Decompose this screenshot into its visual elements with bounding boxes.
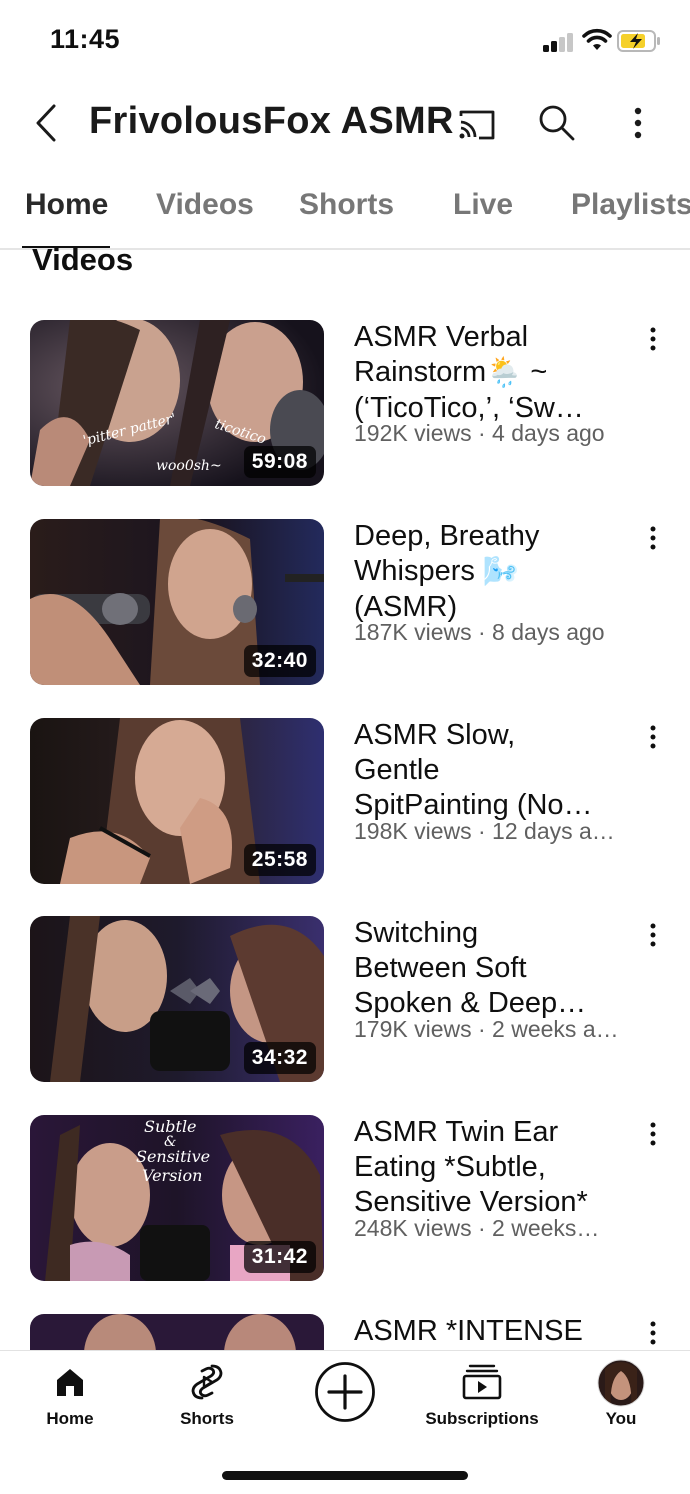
tab-live[interactable]: Live [453, 188, 513, 222]
video-title-suffix: ~ [522, 356, 548, 388]
video-title-line: Eating *Subtle, [354, 1151, 546, 1183]
video-title-line: Rainstorm [354, 356, 487, 388]
tab-home[interactable]: Home [25, 188, 108, 222]
thumbnail-overlay-text: woo0sh~ [156, 458, 222, 474]
video-title-line: Deep, Breathy [354, 520, 540, 552]
cellular-signal-icon [543, 32, 575, 52]
video-item[interactable]: 'pitter patter' ticotico woo0sh~ 59:08 A… [0, 320, 690, 490]
tab-shorts[interactable]: Shorts [299, 188, 394, 222]
section-title: Videos [32, 242, 134, 277]
more-vert-icon [634, 107, 642, 139]
nav-subscriptions[interactable]: Subscriptions [412, 1351, 552, 1441]
status-time: 11:45 [50, 24, 121, 54]
nav-you[interactable]: You [551, 1351, 690, 1441]
channel-tabs: Home Videos Shorts Live Playlists [0, 172, 690, 250]
video-more-button[interactable] [638, 523, 668, 553]
video-meta: 198K views · 12 days a… [354, 818, 615, 844]
video-thumbnail[interactable]: Subtle & Sensitive Version 31:42 [30, 1115, 324, 1281]
more-vert-icon [650, 923, 656, 947]
video-title-line: ASMR Slow, [354, 719, 516, 751]
video-more-button[interactable] [638, 1119, 668, 1149]
tab-playlists[interactable]: Playlists [571, 188, 690, 222]
video-title[interactable]: Switching Between Soft Spoken & Deep… [354, 916, 634, 1021]
video-more-button[interactable] [638, 722, 668, 752]
more-vert-icon [650, 526, 656, 550]
duration-badge: 25:58 [243, 844, 316, 876]
video-item[interactable]: 25:58 ASMR Slow, Gentle SpitPainting (No… [0, 718, 690, 888]
avatar [597, 1359, 645, 1407]
more-vert-icon [650, 725, 656, 749]
tab-videos[interactable]: Videos [156, 188, 254, 222]
thumbnail-overlay-text: Version [142, 1166, 203, 1185]
video-more-button[interactable] [638, 324, 668, 354]
video-title-line: ASMR Twin Ear [354, 1116, 559, 1148]
video-thumbnail[interactable]: 32:40 [30, 519, 324, 685]
wind-face-icon: 🌬️ [482, 555, 520, 588]
more-options-button[interactable] [620, 100, 656, 146]
video-item[interactable]: Subtle & Sensitive Version 31:42 ASMR Tw… [0, 1115, 690, 1285]
video-title[interactable]: ASMR Twin Ear Eating *Subtle, Sensitive … [354, 1115, 644, 1220]
shorts-icon [191, 1364, 223, 1400]
video-item[interactable]: 32:40 Deep, Breathy Whispers 🌬️ (ASMR) 1… [0, 519, 690, 689]
battery-charging-icon [617, 30, 660, 52]
back-icon [36, 104, 56, 142]
nav-create[interactable] [275, 1351, 415, 1441]
channel-header: FrivolousFox ASMR [0, 80, 690, 172]
video-title[interactable]: ASMR Verbal Rainstorm🌦️ ~ (‘TicoTico,’, … [354, 320, 634, 426]
video-thumbnail[interactable]: 25:58 [30, 718, 324, 884]
home-indicator [222, 1471, 468, 1480]
duration-badge: 59:08 [243, 446, 316, 478]
video-more-button[interactable] [638, 1318, 668, 1348]
search-icon [539, 105, 575, 141]
sun-rain-cloud-icon: 🌦️ [486, 356, 523, 389]
video-meta: 187K views · 8 days ago [354, 619, 605, 645]
video-title-line: Gentle [354, 754, 440, 786]
more-vert-icon [650, 327, 656, 351]
video-title-line: Whispers [354, 555, 475, 587]
video-item[interactable]: 34:32 Switching Between Soft Spoken & De… [0, 916, 690, 1086]
back-button[interactable] [24, 98, 68, 148]
subscriptions-icon [462, 1364, 502, 1400]
nav-label: Subscriptions [425, 1409, 539, 1428]
nav-label: Home [46, 1409, 94, 1428]
more-vert-icon [650, 1321, 656, 1345]
home-icon [57, 1369, 83, 1396]
video-title-line: ASMR *INTENSE [354, 1315, 583, 1347]
nav-label: Shorts [180, 1409, 234, 1428]
video-title-line: Between Soft [354, 952, 527, 984]
video-thumbnail[interactable]: 34:32 [30, 916, 324, 1082]
search-button[interactable] [534, 100, 580, 146]
cast-icon [459, 110, 495, 140]
video-title[interactable]: ASMR Slow, Gentle SpitPainting (No… [354, 718, 634, 823]
video-meta: 248K views · 2 weeks… [354, 1215, 600, 1241]
video-title[interactable]: ASMR *INTENSE [354, 1314, 634, 1349]
thumbnail-image [30, 1314, 324, 1350]
nav-shorts[interactable]: Shorts [137, 1351, 277, 1441]
video-thumbnail[interactable] [30, 1314, 324, 1350]
status-bar: 11:45 [0, 0, 690, 80]
duration-badge: 31:42 [243, 1241, 316, 1273]
wifi-icon [582, 28, 612, 50]
nav-home[interactable]: Home [0, 1351, 140, 1441]
duration-badge: 34:32 [243, 1042, 316, 1074]
video-meta: 179K views · 2 weeks a… [354, 1016, 619, 1042]
video-title-line: Switching [354, 917, 479, 949]
create-plus-icon [315, 1362, 375, 1422]
cast-button[interactable] [454, 102, 500, 148]
video-title[interactable]: Deep, Breathy Whispers 🌬️ (ASMR) [354, 519, 634, 625]
more-vert-icon [650, 1122, 656, 1146]
thumbnail-overlay-text: Sensitive [136, 1147, 211, 1166]
video-title-line: ASMR Verbal [354, 321, 529, 353]
channel-title: FrivolousFox ASMR [89, 100, 454, 142]
nav-label: You [605, 1409, 637, 1428]
video-thumbnail[interactable]: 'pitter patter' ticotico woo0sh~ 59:08 [30, 320, 324, 486]
video-more-button[interactable] [638, 920, 668, 950]
video-item[interactable]: ASMR *INTENSE [0, 1314, 690, 1350]
bottom-navigation: Home Shorts Subscriptions You [0, 1350, 690, 1494]
video-meta: 192K views · 4 days ago [354, 420, 605, 446]
duration-badge: 32:40 [243, 645, 316, 677]
